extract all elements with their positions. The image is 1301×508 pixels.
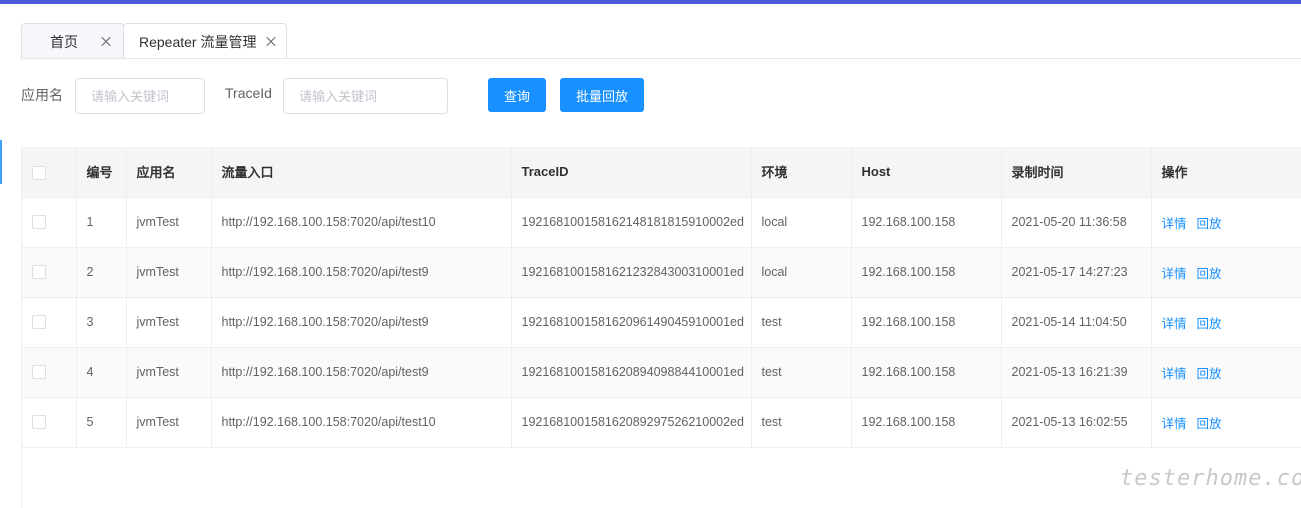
cell-traceid: 192168100158162123284300310001ed [511, 247, 752, 298]
close-icon[interactable] [264, 35, 278, 49]
col-header-time: 录制时间 [1001, 147, 1152, 198]
traceid-input[interactable] [283, 78, 448, 114]
row-checkbox-cell [21, 297, 77, 348]
replay-link[interactable]: 回放 [1197, 267, 1222, 281]
left-active-marker [0, 140, 2, 184]
replay-link[interactable]: 回放 [1197, 317, 1222, 331]
row-checkbox[interactable] [32, 415, 46, 430]
table-row: 2 jvmTest http://192.168.100.158:7020/ap… [21, 247, 1301, 298]
cell-time: 2021-05-17 14:27:23 [1001, 247, 1152, 298]
col-header-traceid: TraceID [511, 147, 752, 198]
app-name-label: 应用名 [21, 87, 63, 103]
row-checkbox-cell [21, 397, 77, 448]
cell-actions: 详情 回放 [1151, 197, 1301, 248]
row-checkbox[interactable] [32, 315, 46, 330]
row-checkbox-cell [21, 247, 77, 298]
cell-app: jvmTest [126, 247, 212, 298]
cell-traceid: 192168100158162096149045910001ed [511, 297, 752, 348]
row-checkbox-cell [21, 347, 77, 398]
cell-id: 2 [76, 247, 127, 298]
row-checkbox-cell [21, 197, 77, 248]
app-name-input[interactable] [75, 78, 205, 114]
cell-env: test [751, 397, 852, 448]
row-checkbox[interactable] [32, 265, 46, 280]
cell-time: 2021-05-20 11:36:58 [1001, 197, 1152, 248]
cell-host: 192.168.100.158 [851, 397, 1002, 448]
col-header-entry: 流量入口 [211, 147, 512, 198]
cell-entry: http://192.168.100.158:7020/api/test10 [211, 397, 512, 448]
cell-id: 1 [76, 197, 127, 248]
cell-app: jvmTest [126, 397, 212, 448]
cell-traceid: 192168100158162148181815910002ed [511, 197, 752, 248]
detail-link[interactable]: 详情 [1162, 267, 1187, 281]
row-checkbox[interactable] [32, 365, 46, 380]
cell-env: test [751, 297, 852, 348]
tab-home[interactable]: 首页 [21, 23, 124, 59]
cell-time: 2021-05-13 16:02:55 [1001, 397, 1152, 448]
row-checkbox[interactable] [32, 215, 46, 230]
col-header-actions: 操作 [1151, 147, 1301, 198]
select-all-checkbox[interactable] [32, 165, 46, 180]
cell-actions: 详情 回放 [1151, 247, 1301, 298]
cell-actions: 详情 回放 [1151, 397, 1301, 448]
tab-repeater-label: Repeater 流量管理 [139, 33, 257, 50]
batch-replay-button[interactable]: 批量回放 [560, 78, 644, 112]
detail-link[interactable]: 详情 [1162, 217, 1187, 231]
cell-host: 192.168.100.158 [851, 197, 1002, 248]
table-left-border [21, 147, 22, 508]
col-header-env: 环境 [751, 147, 852, 198]
traceid-label: TraceId [225, 85, 272, 101]
select-all-cell [21, 147, 77, 198]
cell-host: 192.168.100.158 [851, 347, 1002, 398]
tabs-divider [21, 58, 1301, 59]
cell-traceid: 192168100158162089409884410001ed [511, 347, 752, 398]
table-row: 4 jvmTest http://192.168.100.158:7020/ap… [21, 347, 1301, 398]
cell-app: jvmTest [126, 297, 212, 348]
tab-repeater[interactable]: Repeater 流量管理 [123, 23, 287, 59]
cell-entry: http://192.168.100.158:7020/api/test9 [211, 297, 512, 348]
table-header-row: 编号 应用名 流量入口 TraceID 环境 Host 录制时间 操作 [21, 147, 1301, 198]
cell-id: 5 [76, 397, 127, 448]
replay-link[interactable]: 回放 [1197, 217, 1222, 231]
table-row: 1 jvmTest http://192.168.100.158:7020/ap… [21, 197, 1301, 248]
col-header-id: 编号 [76, 147, 127, 198]
watermark: testerhome.com [1120, 466, 1301, 491]
cell-time: 2021-05-13 16:21:39 [1001, 347, 1152, 398]
query-button[interactable]: 查询 [488, 78, 546, 112]
cell-entry: http://192.168.100.158:7020/api/test10 [211, 197, 512, 248]
detail-link[interactable]: 详情 [1162, 417, 1187, 431]
cell-time: 2021-05-14 11:04:50 [1001, 297, 1152, 348]
col-header-app: 应用名 [126, 147, 212, 198]
cell-host: 192.168.100.158 [851, 297, 1002, 348]
cell-env: local [751, 197, 852, 248]
col-header-host: Host [851, 147, 1002, 198]
cell-env: local [751, 247, 852, 298]
cell-actions: 详情 回放 [1151, 297, 1301, 348]
cell-id: 4 [76, 347, 127, 398]
cell-env: test [751, 347, 852, 398]
cell-entry: http://192.168.100.158:7020/api/test9 [211, 347, 512, 398]
close-icon[interactable] [99, 35, 113, 49]
cell-app: jvmTest [126, 197, 212, 248]
traffic-table: 编号 应用名 流量入口 TraceID 环境 Host 录制时间 操作 1 jv… [21, 147, 1301, 448]
cell-id: 3 [76, 297, 127, 348]
detail-link[interactable]: 详情 [1162, 317, 1187, 331]
table-row: 5 jvmTest http://192.168.100.158:7020/ap… [21, 397, 1301, 448]
cell-host: 192.168.100.158 [851, 247, 1002, 298]
cell-app: jvmTest [126, 347, 212, 398]
top-accent-bar [0, 0, 1301, 4]
cell-traceid: 192168100158162089297526210002ed [511, 397, 752, 448]
table-row: 3 jvmTest http://192.168.100.158:7020/ap… [21, 297, 1301, 348]
replay-link[interactable]: 回放 [1197, 367, 1222, 381]
detail-link[interactable]: 详情 [1162, 367, 1187, 381]
replay-link[interactable]: 回放 [1197, 417, 1222, 431]
cell-actions: 详情 回放 [1151, 347, 1301, 398]
cell-entry: http://192.168.100.158:7020/api/test9 [211, 247, 512, 298]
tab-home-label: 首页 [50, 33, 78, 50]
